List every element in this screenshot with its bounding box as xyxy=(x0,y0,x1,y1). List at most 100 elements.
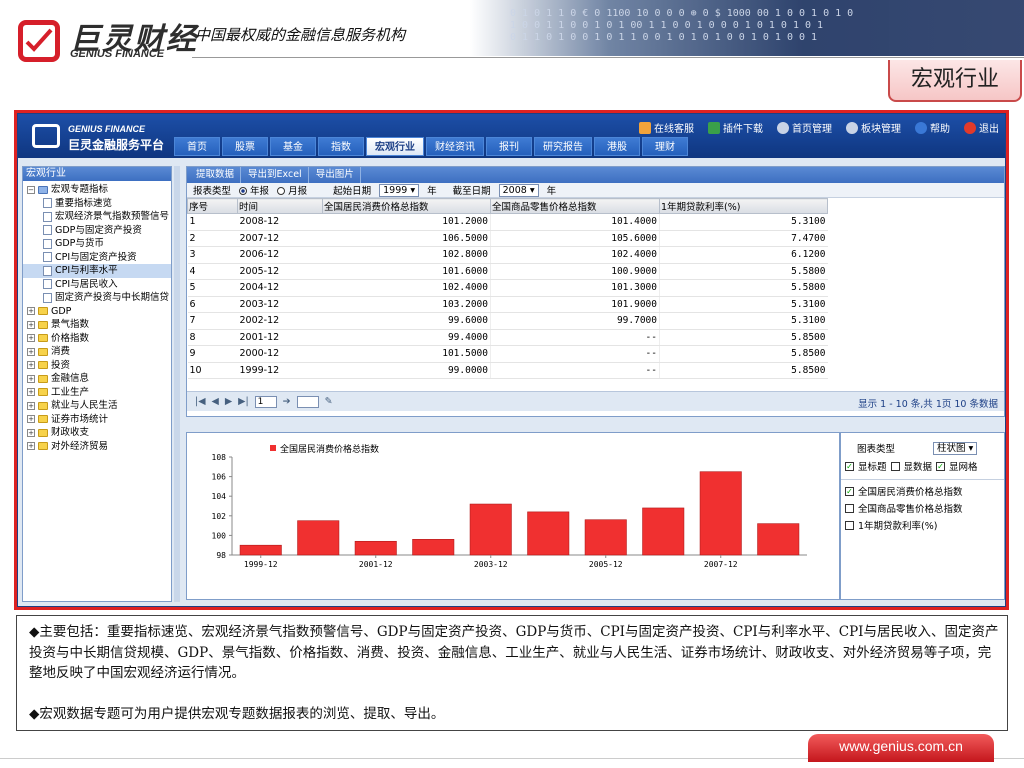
table-row[interactable]: 4 2005-12 101.6000 100.9000 5.5800 xyxy=(187,263,828,280)
table-cell: 99.6000 xyxy=(322,312,491,330)
start-year-select[interactable]: 1999 ▾ xyxy=(379,183,420,197)
expand-icon[interactable]: + xyxy=(27,307,35,316)
tab-funds[interactable]: 基金 xyxy=(270,137,316,156)
collapse-icon[interactable]: − xyxy=(27,185,35,194)
sidebar-item[interactable]: GDP与货币 xyxy=(23,237,171,251)
tab-news[interactable]: 财经资讯 xyxy=(426,137,484,156)
sidebar-item[interactable]: CPI与居民收入 xyxy=(23,278,171,292)
table-cell: -- xyxy=(490,345,660,363)
home-manage-link[interactable]: 首页管理 xyxy=(777,120,832,135)
col-header[interactable]: 1年期贷款利率(%) xyxy=(659,198,828,214)
table-cell: 100.9000 xyxy=(490,263,660,280)
col-header[interactable]: 全国商品零售价格总指数 xyxy=(490,198,660,214)
tab-home[interactable]: 首页 xyxy=(174,137,220,156)
go-page-icon[interactable]: ➔ xyxy=(283,396,291,407)
series-checkbox[interactable] xyxy=(845,503,854,513)
splitter-handle[interactable] xyxy=(174,166,180,602)
series-checkbox[interactable] xyxy=(845,520,854,530)
first-page-icon[interactable]: |◀ xyxy=(195,396,206,407)
table-row[interactable]: 1 2008-12 101.2000 101.4000 5.3100 xyxy=(187,213,828,231)
prev-page-icon[interactable]: ◀ xyxy=(212,396,219,407)
export-excel-button[interactable]: 导出到Excel xyxy=(242,167,309,183)
table-row[interactable]: 9 2000-12 101.5000 -- 5.8500 xyxy=(187,345,828,363)
extract-data-button[interactable]: 提取数据 xyxy=(190,167,242,183)
bar xyxy=(527,511,570,556)
page-size-input[interactable] xyxy=(296,395,319,408)
show-grid-checkbox[interactable] xyxy=(936,461,946,471)
col-header[interactable]: 时间 xyxy=(237,198,323,214)
end-year-select[interactable]: 2008 ▾ xyxy=(498,183,539,197)
refresh-icon[interactable]: ✎ xyxy=(325,396,333,407)
table-row[interactable]: 3 2006-12 102.8000 102.4000 6.1200 xyxy=(187,246,828,264)
next-page-icon[interactable]: ▶ xyxy=(225,396,232,407)
expand-icon[interactable]: + xyxy=(27,334,35,343)
sidebar-item[interactable]: 固定资产投资与中长期信贷 xyxy=(23,291,171,305)
series-checkbox[interactable] xyxy=(845,486,854,496)
diamond-icon: ◆ xyxy=(29,624,40,640)
sidebar-item[interactable]: CPI与固定资产投资 xyxy=(23,251,171,265)
sidebar-folder[interactable]: + 就业与人民生活 xyxy=(23,399,171,413)
export-image-button[interactable]: 导出图片 xyxy=(310,167,361,183)
expand-icon[interactable]: + xyxy=(27,401,35,410)
expand-icon[interactable]: + xyxy=(27,442,35,451)
yearly-radio[interactable]: 年报 xyxy=(239,183,269,197)
expand-icon[interactable]: + xyxy=(27,428,35,437)
expand-icon[interactable]: + xyxy=(27,388,35,397)
col-header[interactable]: 序号 xyxy=(187,198,238,214)
expand-icon[interactable]: + xyxy=(27,415,35,424)
tab-macro[interactable]: 宏观行业 xyxy=(366,137,424,156)
sidebar-folder[interactable]: + 金融信息 xyxy=(23,372,171,386)
show-grid-label: 显网格 xyxy=(949,462,978,473)
sidebar-folder[interactable]: + 对外经济贸易 xyxy=(23,440,171,454)
sidebar-item[interactable]: GDP与固定资产投资 xyxy=(23,224,171,238)
tab-research[interactable]: 研究报告 xyxy=(534,137,592,156)
sidebar-folder[interactable]: + 证券市场统计 xyxy=(23,413,171,427)
sidebar-tree: − 宏观专题指标 重要指标速览 宏观经济景气指数预警信号 GDP与固定资产投资 G… xyxy=(23,181,171,453)
online-service-link[interactable]: 在线客服 xyxy=(639,120,694,135)
sidebar-item[interactable]: 宏观经济景气指数预警信号 xyxy=(23,210,171,224)
table-cell: 102.4000 xyxy=(490,246,660,264)
tab-journals[interactable]: 报刊 xyxy=(486,137,532,156)
sidebar-folder[interactable]: + 价格指数 xyxy=(23,332,171,346)
tab-index[interactable]: 指数 xyxy=(318,137,364,156)
table-row[interactable]: 2 2007-12 106.5000 105.6000 7.4700 xyxy=(187,230,828,247)
last-page-icon[interactable]: ▶| xyxy=(238,396,249,407)
tree-root[interactable]: − 宏观专题指标 xyxy=(23,183,171,197)
footer-url[interactable]: www.genius.com.cn xyxy=(808,734,994,762)
expand-icon[interactable]: + xyxy=(27,320,35,329)
sidebar-item[interactable]: 重要指标速览 xyxy=(23,197,171,211)
board-manage-link[interactable]: 板块管理 xyxy=(846,120,901,135)
data-panel: 提取数据 导出到Excel 导出图片 报表类型 年报 月报 起始日期 1999 … xyxy=(186,166,1005,417)
sidebar-folder[interactable]: + 景气指数 xyxy=(23,318,171,332)
table-row[interactable]: 5 2004-12 102.4000 101.3000 5.5800 xyxy=(187,279,828,297)
expand-icon[interactable]: + xyxy=(27,347,35,356)
logout-link[interactable]: 退出 xyxy=(964,120,999,135)
help-link[interactable]: 帮助 xyxy=(915,120,950,135)
table-row[interactable]: 6 2003-12 103.2000 101.9000 5.3100 xyxy=(187,296,828,313)
data-toolbar: 提取数据 导出到Excel 导出图片 xyxy=(187,167,1004,183)
page-input[interactable]: 1 xyxy=(254,395,277,408)
bullet-2: ◆宏观数据专题可为用户提供宏观专题数据报表的浏览、提取、导出。 xyxy=(29,705,445,722)
table-row[interactable]: 7 2002-12 99.6000 99.7000 5.3100 xyxy=(187,312,828,330)
sidebar-folder[interactable]: + 消费 xyxy=(23,345,171,359)
show-title-checkbox[interactable] xyxy=(845,461,854,471)
sidebar-folder[interactable]: + GDP xyxy=(23,305,171,319)
chart-panel: 全国居民消费价格总指数 98 100 102 104 106 108 1999-12 2001-… xyxy=(186,432,840,600)
year-unit: 年 xyxy=(546,186,557,197)
table-row[interactable]: 10 1999-12 99.0000 -- 5.8500 xyxy=(187,362,828,379)
expand-icon[interactable]: + xyxy=(27,374,35,383)
col-header[interactable]: 全国居民消费价格总指数 xyxy=(322,198,491,214)
chart-type-select[interactable]: 柱状图 ▾ xyxy=(933,441,978,455)
tab-wealth[interactable]: 理财 xyxy=(642,137,688,156)
plugin-download-link[interactable]: 插件下载 xyxy=(708,120,763,135)
sidebar-item-selected[interactable]: CPI与利率水平 xyxy=(23,264,171,278)
sidebar-folder[interactable]: + 工业生产 xyxy=(23,386,171,400)
show-data-checkbox[interactable] xyxy=(890,461,900,471)
tab-hk[interactable]: 港股 xyxy=(594,137,640,156)
sidebar-folder[interactable]: + 投资 xyxy=(23,359,171,373)
monthly-radio[interactable]: 月报 xyxy=(277,183,307,197)
table-row[interactable]: 8 2001-12 99.4000 -- 5.8500 xyxy=(187,329,828,346)
tab-stocks[interactable]: 股票 xyxy=(222,137,268,156)
sidebar-folder[interactable]: + 财政收支 xyxy=(23,426,171,440)
expand-icon[interactable]: + xyxy=(27,361,35,370)
